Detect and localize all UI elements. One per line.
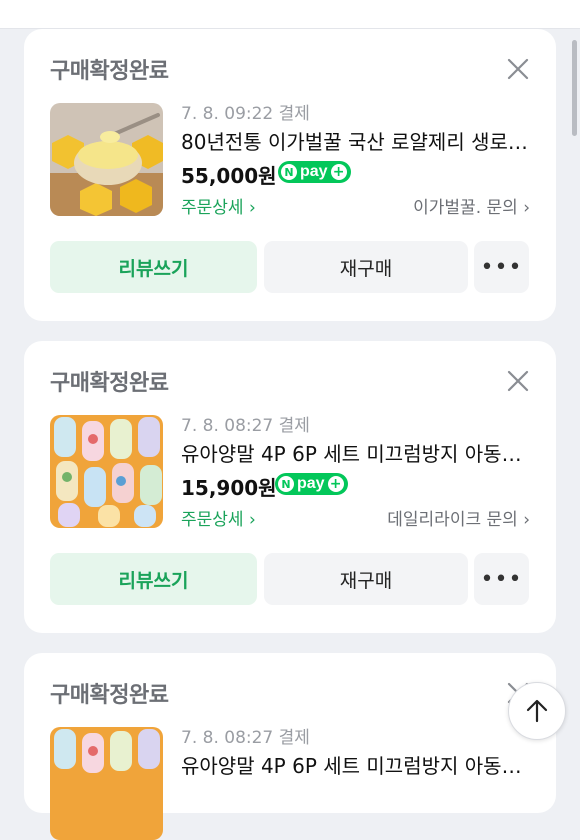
- payment-date: 7. 8. 09:22 결제: [181, 104, 310, 124]
- product-title[interactable]: 유아양말 4P 6P 세트 미끄럼방지 아동양말: [181, 438, 531, 467]
- product-price: 15,900원: [181, 476, 277, 500]
- npay-plus-badge: N pay +: [278, 161, 351, 183]
- top-bar: [0, 0, 580, 29]
- kids-socks-icon: [50, 727, 163, 840]
- scrollbar[interactable]: [572, 40, 577, 136]
- product-title[interactable]: 80년전통 이가벌꿀 국산 로얄제리 생로열제리 1kg: [181, 126, 531, 155]
- product-thumbnail[interactable]: [50, 103, 163, 216]
- npay-n-icon: N: [281, 164, 297, 180]
- write-review-button[interactable]: 리뷰쓰기: [50, 241, 257, 293]
- scroll-to-top-button[interactable]: [508, 682, 566, 740]
- payment-date: 7. 8. 08:27 결제: [181, 416, 310, 436]
- npay-label: pay: [297, 475, 325, 492]
- plus-icon: +: [327, 476, 344, 492]
- rebuy-button[interactable]: 재구매: [264, 241, 468, 293]
- kids-socks-icon: [50, 415, 163, 528]
- arrow-up-icon: [526, 699, 548, 723]
- order-status: 구매확정완료: [50, 683, 169, 708]
- rebuy-button[interactable]: 재구매: [264, 553, 468, 605]
- order-detail-link[interactable]: 주문상세 ›: [181, 193, 256, 218]
- npay-plus-badge: N pay +: [275, 473, 348, 495]
- write-review-button[interactable]: 리뷰쓰기: [50, 553, 257, 605]
- product-thumbnail[interactable]: [50, 415, 163, 528]
- honey-jar-icon: [50, 103, 163, 216]
- order-card: 구매확정완료 7. 8. 08:27 결제 유아양말 4P 6P 세트 미끄럼방…: [24, 341, 556, 633]
- npay-label: pay: [300, 163, 328, 180]
- plus-icon: +: [330, 164, 347, 180]
- close-icon[interactable]: [506, 369, 530, 393]
- order-status: 구매확정완료: [50, 371, 169, 396]
- order-detail-link[interactable]: 주문상세 ›: [181, 505, 256, 530]
- product-price: 55,000원: [181, 164, 277, 188]
- order-status: 구매확정완료: [50, 59, 169, 84]
- order-card: 구매확정완료 7. 8. 09:22 결제 80년전통 이가벌꿀 국산 로얄제리…: [24, 29, 556, 321]
- close-icon[interactable]: [506, 57, 530, 81]
- payment-date: 7. 8. 08:27 결제: [181, 728, 310, 748]
- npay-n-icon: N: [278, 476, 294, 492]
- more-options-button[interactable]: •••: [474, 553, 529, 605]
- seller-inquiry-link[interactable]: 데일리라이크 문의 ›: [387, 505, 530, 530]
- more-options-button[interactable]: •••: [474, 241, 529, 293]
- seller-inquiry-link[interactable]: 이가벌꿀. 문의 ›: [413, 193, 530, 218]
- product-thumbnail[interactable]: [50, 727, 163, 840]
- order-card: 구매확정완료 7. 8. 08:27 결제 유아양말 4P 6P 세트 미끄럼방…: [24, 653, 556, 840]
- product-title[interactable]: 유아양말 4P 6P 세트 미끄럼방지 아동양말: [181, 750, 531, 779]
